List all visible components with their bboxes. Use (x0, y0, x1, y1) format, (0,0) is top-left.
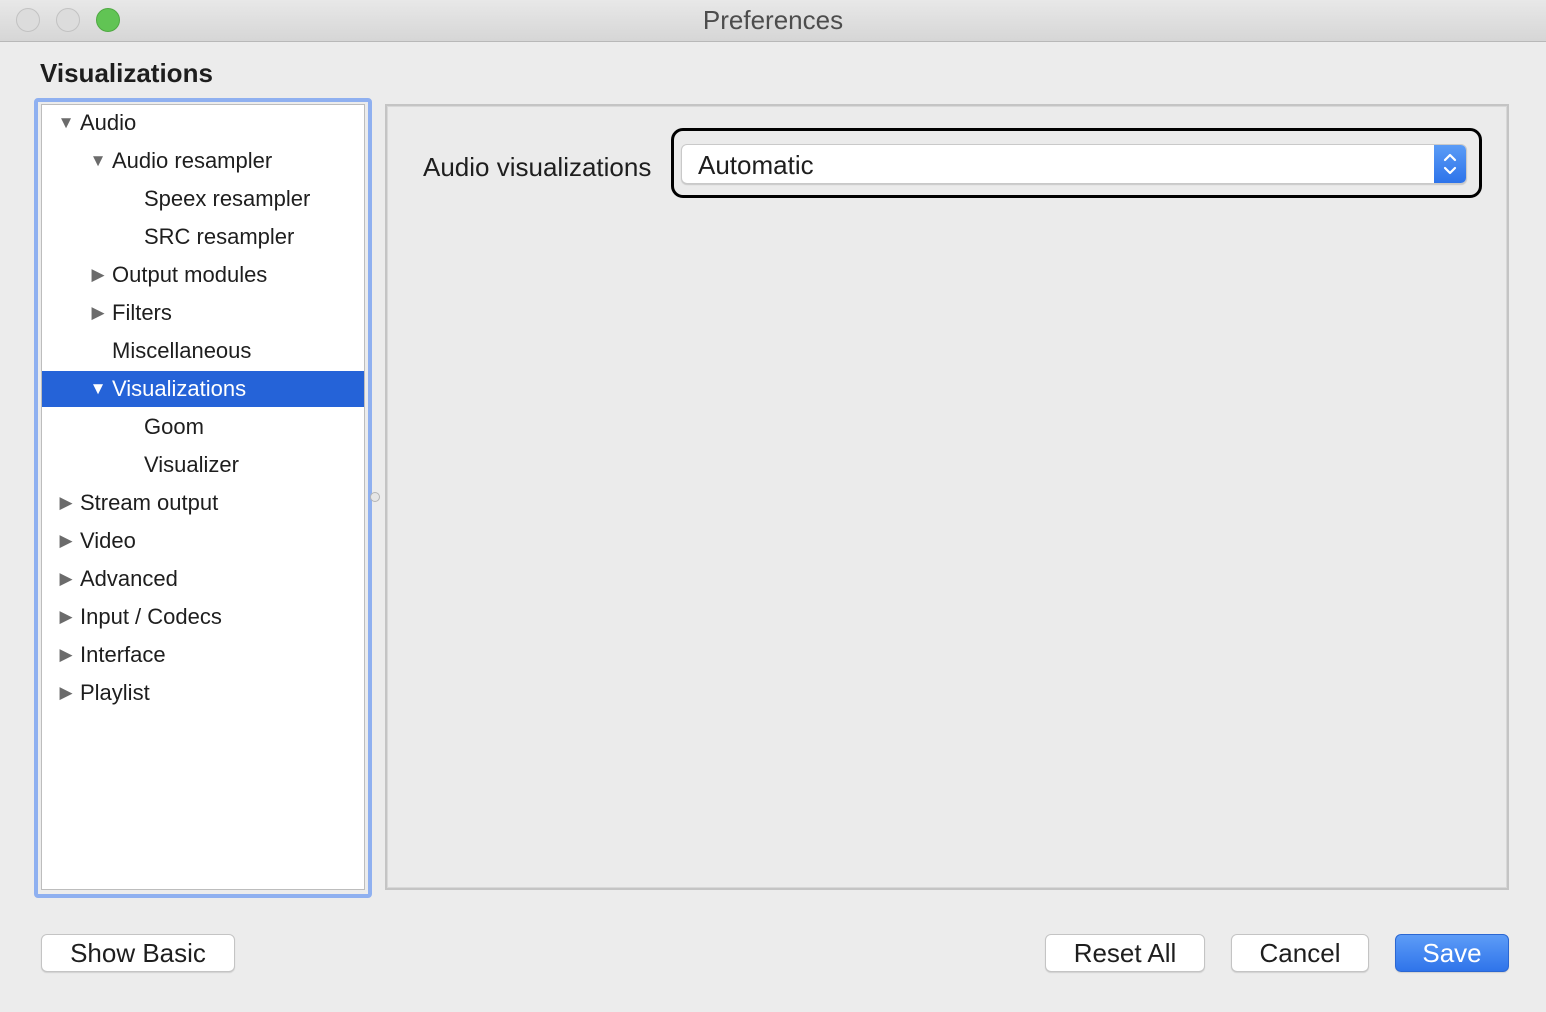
tree-item-visualizer[interactable]: Visualizer (42, 447, 364, 483)
category-tree[interactable]: ▼ Audio ▼ Audio resampler Speex resample… (41, 104, 365, 890)
tree-item-label: Advanced (80, 566, 178, 591)
tree-item-label: SRC resampler (144, 224, 295, 249)
triangle-right-icon[interactable]: ▶ (56, 675, 76, 711)
tree-item-output-modules[interactable]: ▶ Output modules (42, 257, 364, 293)
tree-item-miscellaneous[interactable]: Miscellaneous (42, 333, 364, 369)
popup-selected-value: Automatic (698, 150, 814, 180)
tree-item-label: Goom (144, 414, 204, 439)
triangle-right-icon[interactable]: ▶ (56, 561, 76, 597)
triangle-right-icon[interactable]: ▶ (88, 295, 108, 331)
tree-item-label: Visualizer (144, 452, 239, 477)
tree-item-label: Video (80, 528, 136, 553)
show-basic-button[interactable]: Show Basic (41, 934, 235, 972)
tree-item-label: Speex resampler (144, 186, 311, 211)
triangle-right-icon[interactable]: ▶ (56, 599, 76, 635)
triangle-down-icon[interactable]: ▼ (88, 143, 108, 179)
tree-item-playlist[interactable]: ▶ Playlist (42, 675, 364, 711)
tree-item-label: Miscellaneous (112, 338, 252, 363)
triangle-down-icon[interactable]: ▼ (88, 371, 108, 407)
cancel-button[interactable]: Cancel (1231, 934, 1369, 972)
triangle-down-icon[interactable]: ▼ (56, 105, 76, 141)
tree-item-src-resampler[interactable]: SRC resampler (42, 219, 364, 255)
tree-item-input-codecs[interactable]: ▶ Input / Codecs (42, 599, 364, 635)
tree-item-video[interactable]: ▶ Video (42, 523, 364, 559)
tree-item-audio[interactable]: ▼ Audio (42, 105, 364, 141)
settings-panel (385, 104, 1509, 890)
tree-item-label: Audio resampler (112, 148, 273, 173)
tree-item-label: Interface (80, 642, 166, 667)
title-bar: Preferences (0, 0, 1546, 42)
tree-item-label: Playlist (80, 680, 150, 705)
settings-panel-inset (387, 106, 1507, 888)
triangle-right-icon[interactable]: ▶ (56, 637, 76, 673)
audio-visualizations-label: Audio visualizations (423, 152, 652, 182)
triangle-right-icon[interactable]: ▶ (56, 523, 76, 559)
tree-item-label: Output modules (112, 262, 268, 287)
window-title: Preferences (702, 5, 844, 35)
tree-item-filters[interactable]: ▶ Filters (42, 295, 364, 331)
section-title: Visualizations (40, 58, 213, 88)
tree-item-visualizations[interactable]: ▼ Visualizations (42, 371, 364, 407)
tree-item-label: Visualizations (112, 376, 247, 401)
triangle-right-icon[interactable]: ▶ (88, 257, 108, 293)
tree-item-label: Stream output (80, 490, 219, 515)
tree-item-label: Input / Codecs (80, 604, 222, 629)
audio-visualizations-popup[interactable]: Automatic (681, 144, 1467, 184)
tree-item-goom[interactable]: Goom (42, 409, 364, 445)
tree-item-advanced[interactable]: ▶ Advanced (42, 561, 364, 597)
tree-item-speex-resampler[interactable]: Speex resampler (42, 181, 364, 217)
tree-item-label: Filters (112, 300, 172, 325)
up-down-chevron-icon[interactable] (1434, 145, 1466, 183)
triangle-right-icon[interactable]: ▶ (56, 485, 76, 521)
save-button[interactable]: Save (1395, 934, 1509, 972)
split-view-divider-handle[interactable] (370, 492, 380, 502)
reset-all-button[interactable]: Reset All (1045, 934, 1205, 972)
tree-item-label: Audio (80, 110, 137, 135)
preferences-window: Preferences Visualizations ▼ Audio ▼ Aud… (0, 0, 1546, 1012)
tree-item-audio-resampler[interactable]: ▼ Audio resampler (42, 143, 364, 179)
tree-item-interface[interactable]: ▶ Interface (42, 637, 364, 673)
tree-item-stream-output[interactable]: ▶ Stream output (42, 485, 364, 521)
